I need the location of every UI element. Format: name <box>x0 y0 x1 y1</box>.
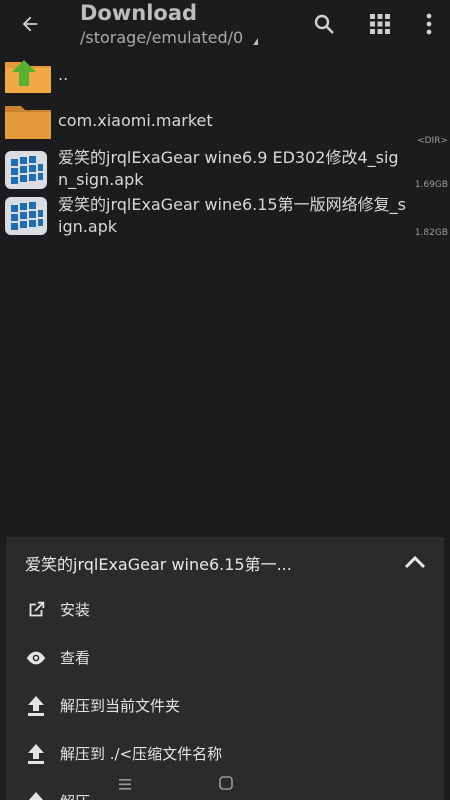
file-row-parent[interactable]: .. <box>0 52 450 98</box>
file-meta: <DIR> <box>417 136 448 146</box>
back-arrow-icon <box>22 16 38 32</box>
collapse-button[interactable] <box>402 549 428 575</box>
fade-overlay <box>244 731 444 775</box>
grid-view-button[interactable] <box>365 10 395 38</box>
action-label: 解压到 ./<压缩文件名称 <box>60 745 223 763</box>
action-view[interactable]: 查看 <box>6 635 444 679</box>
system-nav-bar <box>0 770 450 800</box>
search-button[interactable] <box>309 10 339 38</box>
eye-icon <box>24 646 48 670</box>
more-options-button[interactable] <box>414 10 444 38</box>
parent-folder-icon <box>5 60 51 93</box>
back-button[interactable] <box>10 6 50 42</box>
file-list: .. com.xiaomi.market <DIR> 爱笑的jrqlExaGea… <box>0 52 450 244</box>
file-name: .. <box>58 65 69 84</box>
action-label: 安装 <box>60 601 91 619</box>
action-label: 解压到当前文件夹 <box>60 697 181 715</box>
home-icon[interactable] <box>218 775 234 791</box>
apk-icon <box>5 197 47 235</box>
action-label: 查看 <box>60 649 91 667</box>
file-name: 爱笑的jrqlExaGear wine6.9 ED302修改4_sign_sig… <box>58 148 399 189</box>
current-path: /storage/emulated/0 <box>80 28 244 47</box>
file-manager-screen: Download /storage/emulated/0 .. com.xiao… <box>0 0 450 800</box>
chevron-up-icon <box>404 555 426 569</box>
search-icon <box>314 14 334 34</box>
grid-view-icon <box>370 14 390 34</box>
upload-icon <box>24 742 48 766</box>
sheet-header: 爱笑的jrqlExaGear wine6.15第一... <box>6 537 444 587</box>
path-dropdown-icon <box>253 38 259 45</box>
file-row-apk[interactable]: 爱笑的jrqlExaGear wine6.9 ED302修改4_sign_sig… <box>0 146 450 194</box>
menu-icon[interactable] <box>117 776 135 792</box>
toolbar: Download /storage/emulated/0 <box>0 0 450 52</box>
page-title: Download <box>80 1 198 25</box>
sheet-title: 爱笑的jrqlExaGear wine6.15第一... <box>25 555 292 574</box>
upload-icon <box>24 694 48 718</box>
file-actions-sheet: 爱笑的jrqlExaGear wine6.15第一... 安装 查看 解压到当前… <box>6 537 444 800</box>
file-meta: 1.82GB <box>414 228 448 238</box>
open-external-icon <box>24 598 48 622</box>
file-row-apk[interactable]: 爱笑的jrqlExaGear wine6.15第一版网络修复_sign.apk … <box>0 194 450 244</box>
more-vert-icon <box>426 13 432 35</box>
path-selector[interactable]: /storage/emulated/0 <box>80 28 259 47</box>
file-row-folder[interactable]: com.xiaomi.market <DIR> <box>0 98 450 146</box>
action-install[interactable]: 安装 <box>6 587 444 631</box>
action-extract-here[interactable]: 解压到当前文件夹 <box>6 683 444 727</box>
apk-icon <box>5 151 47 189</box>
file-name: com.xiaomi.market <box>58 111 213 130</box>
folder-icon <box>5 106 51 139</box>
action-extract-to-folder[interactable]: 解压到 ./<压缩文件名称 <box>6 731 444 775</box>
file-meta: 1.69GB <box>414 180 448 190</box>
file-name: 爱笑的jrqlExaGear wine6.15第一版网络修复_sign.apk <box>58 195 406 236</box>
